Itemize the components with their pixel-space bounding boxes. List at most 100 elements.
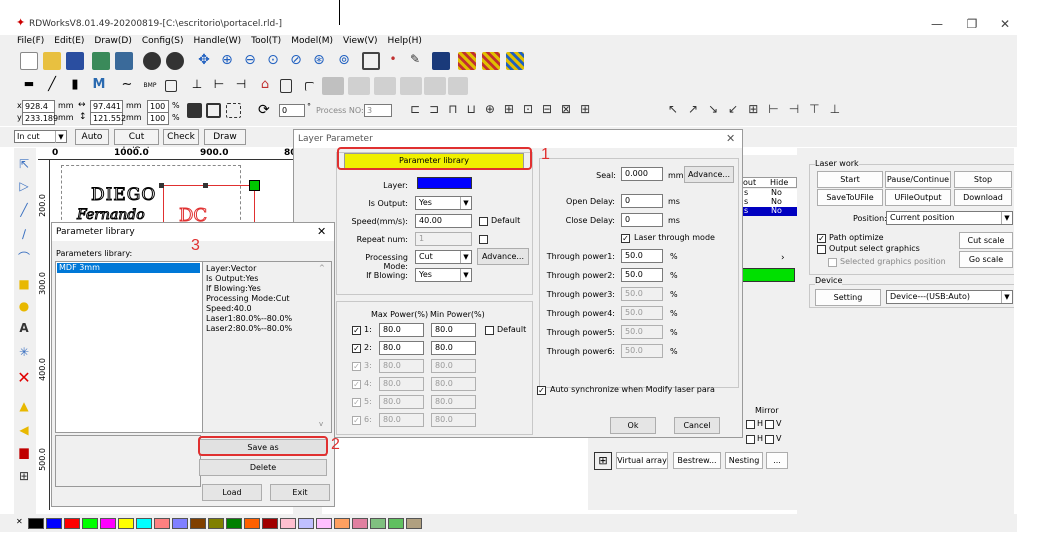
path-optimize-checkbox[interactable]: ✓ <box>817 234 826 243</box>
zoom-fit-icon[interactable]: ⊙ <box>264 52 282 70</box>
magic-wand-icon[interactable]: ╱ <box>43 77 61 95</box>
select-arrow-icon[interactable]: ⇱ <box>16 156 32 172</box>
is-output-select[interactable]: Yes ▼ <box>415 196 472 210</box>
position-select[interactable]: Current position ▼ <box>886 211 1013 225</box>
through-power-2-input[interactable]: 50.0 <box>621 268 663 282</box>
menu-help[interactable]: Help(H) <box>388 35 422 48</box>
array-copy-icon[interactable] <box>482 52 500 70</box>
layer-table-row[interactable]: s No <box>741 197 797 207</box>
polyline-icon[interactable]: ∕ <box>16 226 32 242</box>
rotate-icon[interactable]: ⟳ <box>258 102 270 118</box>
minimize-button[interactable]: — <box>922 14 952 34</box>
export-icon[interactable] <box>115 52 133 70</box>
palette-swatch[interactable] <box>136 518 152 529</box>
palette-swatch[interactable] <box>280 518 296 529</box>
layer-color-swatch[interactable] <box>417 177 472 189</box>
eye-icon[interactable] <box>424 77 446 95</box>
open-file-icon[interactable] <box>43 52 61 70</box>
speed-default-checkbox[interactable] <box>479 217 488 226</box>
doc-icon[interactable] <box>280 79 292 93</box>
draw-button[interactable]: Draw <box>204 129 246 145</box>
palette-swatch[interactable] <box>208 518 224 529</box>
save-file-icon[interactable] <box>66 52 84 70</box>
distribute-tools[interactable]: ↖↗↘↙⊞⊢⊣⊤⊥ <box>668 102 850 116</box>
palette-swatch[interactable] <box>118 518 134 529</box>
ok-button[interactable]: Ok <box>610 417 656 434</box>
repeat-input[interactable]: 1 <box>415 232 472 246</box>
text-icon[interactable]: A <box>16 320 32 336</box>
processing-advance-button[interactable]: Advance... <box>477 248 529 265</box>
delete-button[interactable]: Delete <box>199 459 327 476</box>
dot-icon[interactable]: • <box>384 52 402 70</box>
array-grid-icon[interactable]: ⊞ <box>16 468 32 484</box>
lock-ratio-icon[interactable] <box>187 103 202 118</box>
menu-edit[interactable]: Edit(E) <box>54 35 84 48</box>
laser-2-min-power-input[interactable]: 80.0 <box>431 341 476 355</box>
h-spacing-icon[interactable]: ⊢ <box>210 77 228 95</box>
palette-swatch[interactable] <box>370 518 386 529</box>
laser-3-min-power-input[interactable]: 80.0 <box>431 359 476 373</box>
stop-button[interactable]: Stop <box>954 171 1012 188</box>
palette-swatch[interactable] <box>262 518 278 529</box>
through-power-6-input[interactable]: 50.0 <box>621 344 663 358</box>
through-power-4-input[interactable]: 50.0 <box>621 306 663 320</box>
param-lib-close-icon[interactable]: ✕ <box>317 225 326 238</box>
close-delay-input[interactable]: 0 <box>621 213 663 227</box>
grid-icon[interactable] <box>206 103 221 118</box>
load-button[interactable]: Load <box>202 484 262 501</box>
m-icon[interactable]: M <box>90 77 108 95</box>
setting-button[interactable]: Setting <box>815 289 881 306</box>
array-icon[interactable] <box>458 52 476 70</box>
ellipse-icon[interactable]: ● <box>16 298 32 314</box>
virtual-array-icon[interactable]: ⊞ <box>594 452 612 470</box>
seal-input[interactable]: 0.000 <box>621 167 663 181</box>
laser-3-checkbox[interactable]: ✓ <box>352 362 361 371</box>
palette-close-icon[interactable]: ✕ <box>16 517 23 526</box>
chevron-right-icon[interactable]: › <box>781 253 785 263</box>
palette-swatch[interactable] <box>244 518 260 529</box>
laser-5-min-power-input[interactable]: 80.0 <box>431 395 476 409</box>
bmp-icon[interactable]: BMP <box>141 77 159 95</box>
delete-icon[interactable]: ✕ <box>16 370 32 386</box>
seal-advance-button[interactable]: Advance... <box>684 166 734 183</box>
laser-through-checkbox[interactable]: ✓ <box>621 234 630 243</box>
frame-icon[interactable] <box>362 52 380 70</box>
mirror-v-checkbox[interactable] <box>765 420 774 429</box>
mirror-h2-checkbox[interactable] <box>746 435 755 444</box>
palette-swatch[interactable] <box>46 518 62 529</box>
menu-file[interactable]: File(F) <box>17 35 44 48</box>
if-blowing-select[interactable]: Yes ▼ <box>415 268 472 282</box>
import-icon[interactable] <box>92 52 110 70</box>
download-button[interactable]: Download <box>954 189 1012 206</box>
laser-5-max-power-input[interactable]: 80.0 <box>379 395 424 409</box>
zoom-window-icon[interactable]: ⊘ <box>287 52 305 70</box>
pen-icon[interactable]: ✎ <box>406 52 424 70</box>
menu-handle[interactable]: Handle(W) <box>194 35 242 48</box>
laser-6-max-power-input[interactable]: 80.0 <box>379 413 424 427</box>
height-input[interactable]: 121.552 <box>90 112 126 125</box>
palette-swatch[interactable] <box>100 518 116 529</box>
palette-swatch[interactable] <box>172 518 188 529</box>
palette-swatch[interactable] <box>154 518 170 529</box>
scroll-up-icon[interactable]: ^ <box>319 264 325 272</box>
cut-in-out-button[interactable]: Cut In/Out <box>114 129 159 156</box>
process-no-input[interactable]: 3 <box>364 104 392 117</box>
mirror-v-icon[interactable]: ◀ <box>16 422 32 438</box>
pan-icon[interactable]: ✥ <box>195 52 213 70</box>
curve-icon[interactable]: ∼ <box>118 77 136 95</box>
palette-swatch[interactable] <box>82 518 98 529</box>
mirror-h-checkbox[interactable] <box>746 420 755 429</box>
cut-scale-button[interactable]: Cut scale <box>959 232 1013 249</box>
canvas[interactable]: DIEGO Fernando DC <box>51 161 295 235</box>
ruler-icon[interactable]: ▮ <box>66 77 84 95</box>
through-power-5-input[interactable]: 50.0 <box>621 325 663 339</box>
open-delay-input[interactable]: 0 <box>621 194 663 208</box>
laser-6-min-power-input[interactable]: 80.0 <box>431 413 476 427</box>
v-spacing-icon[interactable]: ⊣ <box>232 77 250 95</box>
laser-3-max-power-input[interactable]: 80.0 <box>379 359 424 373</box>
zoom-select-icon[interactable]: ⊚ <box>335 52 353 70</box>
mirror-v2-checkbox[interactable] <box>765 435 774 444</box>
power-default-checkbox[interactable] <box>485 326 494 335</box>
processing-mode-select[interactable]: Cut ▼ <box>415 250 472 264</box>
new-file-icon[interactable] <box>20 52 38 70</box>
